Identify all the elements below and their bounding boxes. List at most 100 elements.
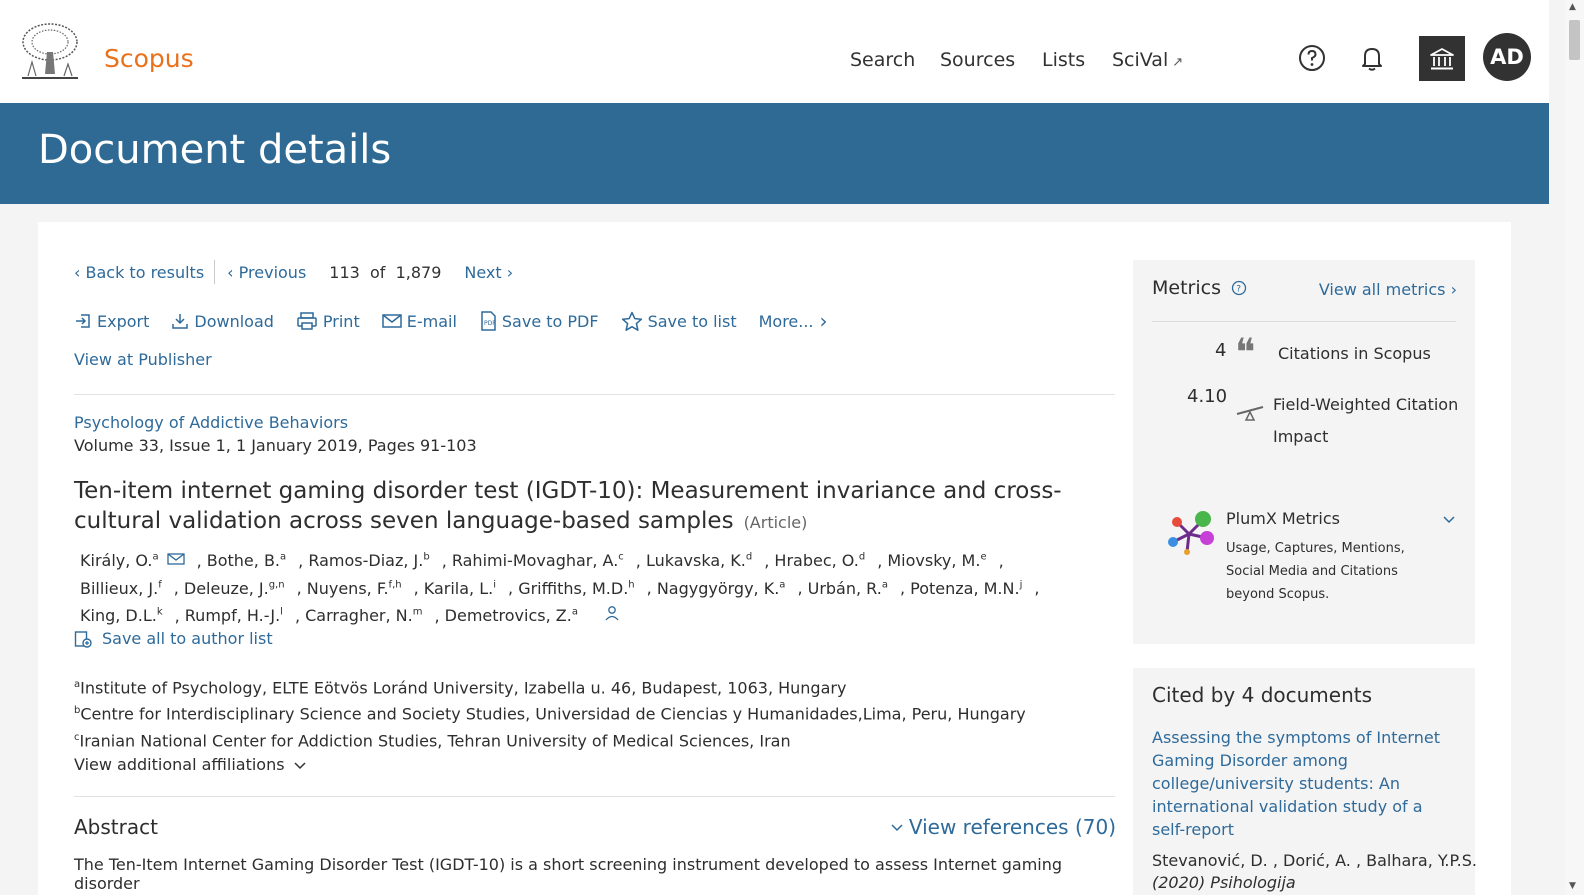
author-link[interactable]: Király, O.a: [80, 551, 185, 570]
print-button[interactable]: Print: [296, 311, 360, 331]
author-link[interactable]: Bothe, B.a: [207, 551, 286, 570]
previous-label: Previous: [238, 262, 307, 282]
email-label: E-mail: [406, 311, 457, 331]
back-to-results-label: Back to results: [85, 262, 205, 282]
author-link[interactable]: Rumpf, H.-J.l: [185, 606, 283, 625]
nav-sources[interactable]: Sources: [940, 49, 1015, 71]
institution-button[interactable]: [1419, 36, 1465, 81]
view-at-publisher-link[interactable]: View at Publisher: [74, 350, 212, 369]
download-button[interactable]: Download: [171, 312, 274, 331]
citing-document-link[interactable]: Assessing the symptoms of Internet Gamin…: [1152, 726, 1452, 841]
scroll-thumb[interactable]: [1569, 20, 1580, 60]
institution-icon: [1430, 47, 1454, 69]
author-link[interactable]: Nuyens, F.f,h: [307, 579, 402, 598]
back-to-results-link[interactable]: ‹ Back to results: [74, 263, 204, 282]
chevron-down-icon: [891, 824, 903, 832]
view-all-metrics-link[interactable]: View all metrics ›: [1319, 280, 1457, 299]
svg-text:?: ?: [1236, 285, 1241, 295]
author-name: Miovsky, M.: [887, 551, 981, 571]
chevron-right-icon: ›: [819, 309, 828, 333]
author-name: Bothe, B.: [206, 551, 281, 571]
author-link[interactable]: Deleuze, J.g,n: [184, 579, 285, 598]
divider: [74, 394, 1115, 395]
document-toolbar: Export Download Print E-mail PDF Save to…: [74, 309, 850, 333]
author-affiliation-marker: l: [280, 606, 283, 618]
nav-search[interactable]: Search: [850, 49, 915, 71]
citing-document-source: (2020) Psihologija: [1152, 873, 1296, 892]
author-name: Griffiths, M.D.: [518, 578, 629, 598]
author-link[interactable]: Urbán, R.a: [808, 579, 888, 598]
previous-link[interactable]: ‹ Previous: [227, 263, 306, 282]
export-label: Export: [97, 311, 150, 331]
author-name: Hrabec, O.: [774, 551, 859, 571]
author-link[interactable]: Ramos-Diaz, J.b: [308, 551, 429, 570]
citations-label: Citations in Scopus: [1278, 344, 1431, 363]
author-link[interactable]: Carragher, N.m: [305, 606, 422, 625]
author-link[interactable]: Hrabec, O.d: [774, 551, 865, 570]
scroll-down-arrow-icon[interactable]: ▼: [1569, 881, 1576, 891]
pdf-icon: PDF: [481, 311, 496, 331]
email-icon: [381, 314, 402, 328]
bell-icon[interactable]: [1356, 42, 1388, 74]
export-icon: [76, 314, 90, 328]
author-name: King, D.L.: [80, 605, 157, 625]
author-link[interactable]: Nagygyörgy, K.a: [657, 579, 786, 598]
author-link[interactable]: Griffiths, M.D.h: [518, 579, 634, 598]
author-affiliation-marker: e: [980, 552, 987, 563]
author-name: Lukavska, K.: [645, 551, 746, 571]
view-references-link[interactable]: View references (70): [890, 815, 1116, 839]
save-all-to-author-list-label: Save all to author list: [102, 629, 273, 648]
nav-lists[interactable]: Lists: [1042, 49, 1085, 71]
more-button[interactable]: More... ›: [759, 309, 828, 333]
author-link[interactable]: Demetrovics, Z.a: [445, 606, 578, 625]
author-link[interactable]: Lukavska, K.d: [646, 551, 752, 570]
author-affiliation-marker: g,n: [268, 579, 285, 591]
info-icon[interactable]: ?: [1231, 280, 1247, 296]
user-avatar[interactable]: AD: [1483, 33, 1531, 81]
next-label: Next: [464, 262, 502, 282]
view-additional-affiliations-toggle[interactable]: View additional affiliations: [74, 755, 307, 774]
view-references-label: View references (70): [908, 815, 1116, 839]
author-link[interactable]: Billieux, J.f: [80, 579, 162, 598]
author-link[interactable]: Miovsky, M.e: [887, 551, 986, 570]
author-name: Demetrovics, Z.: [444, 605, 572, 625]
author-link[interactable]: Karila, L.i: [424, 579, 496, 598]
chevron-down-icon[interactable]: [1442, 514, 1456, 524]
author-affiliation-marker: j: [1019, 579, 1023, 591]
save-to-list-button[interactable]: Save to list: [621, 311, 737, 332]
journal-link[interactable]: Psychology of Addictive Behaviors: [74, 413, 348, 432]
author-name: Nuyens, F.: [306, 578, 389, 598]
brand-name[interactable]: Scopus: [104, 44, 194, 73]
author-link[interactable]: Potenza, M.N.j: [910, 579, 1022, 598]
export-button[interactable]: Export: [74, 312, 149, 331]
print-label: Print: [322, 311, 360, 331]
person-icon[interactable]: [604, 605, 620, 621]
save-to-pdf-button[interactable]: PDF Save to PDF: [479, 311, 599, 331]
divider: [1152, 321, 1456, 322]
author-affiliation-marker: a: [881, 579, 888, 591]
email-button[interactable]: E-mail: [381, 311, 457, 331]
scroll-up-arrow-icon[interactable]: ▲: [1569, 2, 1576, 12]
nav-scival[interactable]: SciVal ↗: [1112, 49, 1183, 71]
help-icon[interactable]: [1296, 42, 1328, 74]
affiliation-text: Institute of Psychology, ELTE Eötvös Lor…: [80, 678, 847, 698]
email-author-icon[interactable]: [166, 552, 185, 566]
elsevier-tree-logo[interactable]: [18, 22, 82, 80]
metrics-panel: Metrics ? View all metrics › 4 ❝ Citatio…: [1133, 260, 1475, 644]
author-affiliation-marker: d: [858, 552, 866, 563]
save-all-to-author-list-button[interactable]: Save all to author list: [74, 629, 273, 648]
author-link[interactable]: King, D.L.k: [80, 606, 163, 625]
view-additional-affiliations-label: View additional affiliations: [74, 755, 285, 774]
star-icon: [621, 311, 642, 331]
next-link[interactable]: Next ›: [464, 263, 513, 282]
author-name: Billieux, J.: [80, 578, 159, 598]
author-link[interactable]: Rahimi-Movaghar, A.c: [452, 551, 624, 570]
scrollbar[interactable]: ▲ ▼: [1565, 0, 1584, 895]
author-affiliation-marker: b: [423, 552, 430, 563]
author-affiliation-marker: i: [493, 579, 497, 591]
fwci-label: Field-Weighted Citation Impact: [1273, 395, 1459, 446]
citations-count: 4: [1215, 340, 1227, 361]
fwci-value: 4.10: [1187, 386, 1228, 407]
balance-icon: [1236, 406, 1264, 421]
plumx-logo-icon: [1168, 511, 1214, 555]
